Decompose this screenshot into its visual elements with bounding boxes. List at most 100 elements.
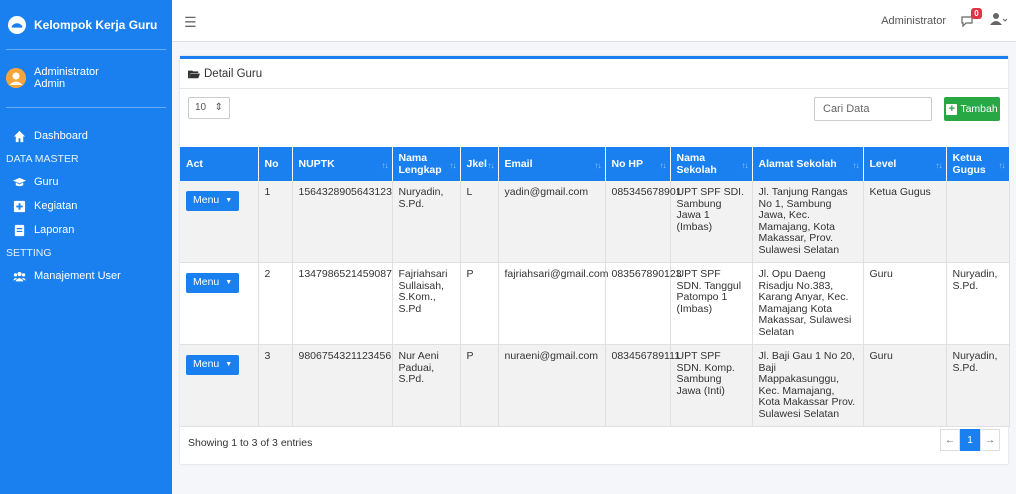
table-controls: 10 ⇕ + Tambah	[180, 89, 1008, 125]
caret-down-icon: ▼	[225, 361, 233, 369]
column-header-label: Level	[869, 158, 897, 170]
column-header-no-hp[interactable]: No HP ↑↓	[605, 147, 671, 181]
cell-email: nuraeni@gmail.com	[498, 344, 606, 427]
column-header-label: Email	[504, 158, 533, 170]
page-1-button[interactable]: 1	[960, 429, 980, 451]
sort-icon: ↑↓	[449, 161, 457, 170]
notification-badge: 0	[971, 7, 982, 19]
column-header-nuptk[interactable]: NUPTK ↑↓	[292, 147, 393, 181]
column-header-nama-sekolah[interactable]: Nama Sekolah ↑↓	[670, 147, 753, 181]
column-header-label: NUPTK	[298, 158, 335, 170]
table-header-row: Act No NUPTK ↑↓ Nama Lengkap ↑↓ Jkel ↑↓ Email ↑↓ N…	[180, 147, 1010, 181]
cell-level: Guru	[863, 262, 947, 345]
card-header: Detail Guru	[180, 59, 1008, 89]
sort-icon: ↑↓	[741, 161, 749, 170]
folder-open-icon	[188, 70, 200, 78]
document-icon	[12, 223, 26, 237]
app-title: Kelompok Kerja Guru	[34, 17, 158, 32]
menu-button-label: Menu	[193, 194, 220, 207]
cell-nama: Fajriahsari Sullaisah, S.Kom., S.Pd	[392, 262, 461, 345]
sidebar-nav: Dashboard DATA MASTER Guru Kegiatan Laporan S…	[0, 124, 172, 288]
cell-jkel: P	[460, 344, 499, 427]
cell-nuptk: 9806754321123456	[292, 344, 393, 427]
table-row: Menu ▼ 3 9806754321123456 Nur Aeni Paduai, S…	[180, 344, 1010, 427]
column-header-label: Act	[186, 158, 203, 170]
sidebar-item-label: Laporan	[34, 224, 75, 236]
cell-hp: 083456789111	[605, 344, 680, 427]
user-role: Admin	[34, 77, 66, 90]
cell-sekolah: UPT SPF SDN. Tanggul Patompo 1 (Imbas)	[670, 262, 753, 345]
cell-level: Ketua Gugus	[863, 181, 947, 263]
topbar-user-label[interactable]: Administrator	[881, 15, 946, 27]
column-header-label: Nama Sekolah	[676, 152, 717, 176]
card-title: Detail Guru	[204, 67, 263, 80]
sidebar-item-dashboard[interactable]: Dashboard	[0, 124, 172, 148]
row-menu-button[interactable]: Menu ▼	[186, 273, 240, 293]
cell-no: 3	[258, 344, 293, 427]
cell-nuptk: 1564328905643123	[292, 181, 393, 263]
menu-button-label: Menu	[193, 276, 220, 289]
cell-ketua: Nuryadin, S.Pd.	[946, 262, 1010, 345]
caret-down-icon: ▼	[225, 197, 233, 205]
column-header-label: No HP	[611, 158, 644, 170]
cell-jkel: P	[460, 262, 499, 345]
prev-page-button[interactable]: ←	[940, 429, 960, 451]
column-header-alamat-sekolah[interactable]: Alamat Sekolah ↑↓	[752, 147, 864, 181]
cell-ketua	[946, 181, 1010, 263]
column-header-label: No	[264, 158, 279, 170]
sidebar-item-manajement-user[interactable]: Manajement User	[0, 264, 172, 288]
row-menu-button[interactable]: Menu ▼	[186, 355, 240, 375]
column-header-label: Ketua Gugus	[952, 152, 986, 176]
topbar: ☰ Administrator 0	[172, 0, 1016, 42]
sidebar-item-label: Dashboard	[34, 130, 88, 142]
cell-alamat: Jl. Tanjung Rangas No 1, Sambung Jawa, K…	[752, 181, 864, 263]
add-button-label: Tambah	[960, 103, 998, 115]
caret-down-icon: ▼	[225, 279, 233, 287]
sort-icon: ↑↓	[852, 161, 860, 170]
sidebar-item-laporan[interactable]: Laporan	[0, 218, 172, 242]
sort-icon: ↑↓	[998, 161, 1006, 170]
sidebar-item-label: Guru	[34, 176, 59, 188]
cell-nuptk: 1347986521459087	[292, 262, 393, 345]
sort-icon: ↑↓	[594, 161, 602, 170]
column-header-no[interactable]: No	[258, 147, 293, 181]
brand-logo-icon	[8, 15, 26, 34]
graduation-cap-icon	[12, 175, 26, 189]
user-panel[interactable]: Administrator Admin	[6, 58, 166, 108]
cell-alamat: Jl. Opu Daeng Risadju No.383, Karang Any…	[752, 262, 864, 345]
add-button[interactable]: + Tambah	[944, 97, 1000, 121]
row-menu-button[interactable]: Menu ▼	[186, 191, 240, 211]
hamburger-menu-icon[interactable]: ☰	[184, 14, 197, 31]
page-length-select[interactable]: 10 ⇕	[188, 97, 230, 119]
column-header-nama-lengkap[interactable]: Nama Lengkap ↑↓	[392, 147, 461, 181]
sidebar-item-kegiatan[interactable]: Kegiatan	[0, 194, 172, 218]
sort-icon: ↑↓	[935, 161, 943, 170]
column-header-jkel[interactable]: Jkel ↑↓	[460, 147, 499, 181]
column-header-email[interactable]: Email ↑↓	[498, 147, 606, 181]
cell-act: Menu ▼	[180, 181, 259, 263]
column-header-label: Alamat Sekolah	[758, 158, 837, 170]
cell-sekolah: UPT SPF SDN. Komp. Sambung Jawa (Inti)	[670, 344, 753, 427]
search-input[interactable]	[814, 97, 932, 121]
cell-hp: 085345678901	[605, 181, 682, 263]
cell-email: fajriahsari@gmail.com	[498, 262, 609, 345]
user-menu-icon[interactable]	[990, 12, 1008, 29]
users-icon	[12, 269, 26, 283]
column-header-ketua-gugus[interactable]: Ketua Gugus ↑↓	[946, 147, 1010, 181]
sidebar-item-label: Manajement User	[34, 270, 121, 282]
guru-table: Act No NUPTK ↑↓ Nama Lengkap ↑↓ Jkel ↑↓ Email ↑↓ N…	[180, 147, 1010, 427]
notification-bell[interactable]: 0	[960, 7, 982, 29]
sidebar-item-guru[interactable]: Guru	[0, 170, 172, 194]
sort-icon: ↑↓	[487, 161, 495, 170]
plus-icon: +	[946, 103, 958, 115]
cell-no: 2	[258, 262, 293, 345]
column-header-label: Nama Lengkap	[398, 152, 442, 176]
user-avatar-icon	[6, 67, 26, 88]
table-body: Menu ▼ 1 1564328905643123 Nuryadin, S.Pd. Lya…	[180, 181, 1010, 427]
cell-no: 1	[258, 181, 293, 263]
brand[interactable]: Kelompok Kerja Guru	[6, 10, 166, 50]
page-length-value: 10	[195, 102, 207, 113]
next-page-button[interactable]: →	[980, 429, 1000, 451]
column-header-level[interactable]: Level ↑↓	[863, 147, 947, 181]
cell-hp: 083567890123	[605, 262, 682, 345]
